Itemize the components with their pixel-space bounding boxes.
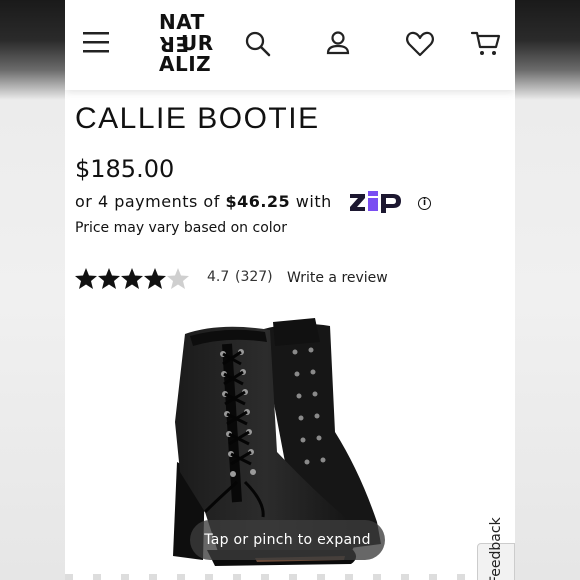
cart-icon[interactable] [470,28,502,62]
feedback-tab[interactable]: Feedback [477,517,515,580]
rating-count[interactable]: (327) [235,269,273,285]
cutoff-content-strip [65,574,515,580]
mobile-product-page: NAT UR ALIZ ER CALLIE BOOTIE $185.00 or … [65,0,515,580]
star-icon [144,268,166,289]
installment-suffix: with [295,192,332,211]
hamburger-menu-icon[interactable] [81,28,111,62]
product-price: $185.00 [75,155,175,183]
star-icon [75,268,97,289]
account-icon[interactable] [323,28,353,62]
star-rating[interactable] [75,266,190,294]
star-icon [98,268,120,289]
zip-logo[interactable] [348,187,410,215]
brand-logo[interactable]: NAT UR ALIZ ER [159,10,213,78]
heart-icon[interactable] [405,29,435,63]
rating-value: 4.7 [207,269,230,285]
feedback-label: Feedback [488,517,504,580]
write-review-link[interactable]: Write a review [287,270,388,286]
price-note: Price may vary based on color [75,220,287,236]
installment-amount: $46.25 [225,192,291,211]
star-icon [121,268,143,289]
expand-hint-pill[interactable]: Tap or pinch to expand [190,520,385,560]
logo-row-1: NAT [159,10,205,34]
logo-row-3: ALIZ [159,52,212,76]
star-icon-partial [167,268,189,289]
site-header: NAT UR ALIZ ER [65,0,515,90]
installment-text: or 4 payments of $46.25 with [75,192,332,211]
product-title: CALLIE BOOTIE [75,102,320,135]
installment-prefix: or 4 payments of [75,192,220,211]
logo-row-4: ER [159,32,190,56]
info-icon[interactable]: i [418,197,431,210]
search-icon[interactable] [243,29,273,63]
rating-row: 4.7 (327) Write a review [75,266,495,292]
